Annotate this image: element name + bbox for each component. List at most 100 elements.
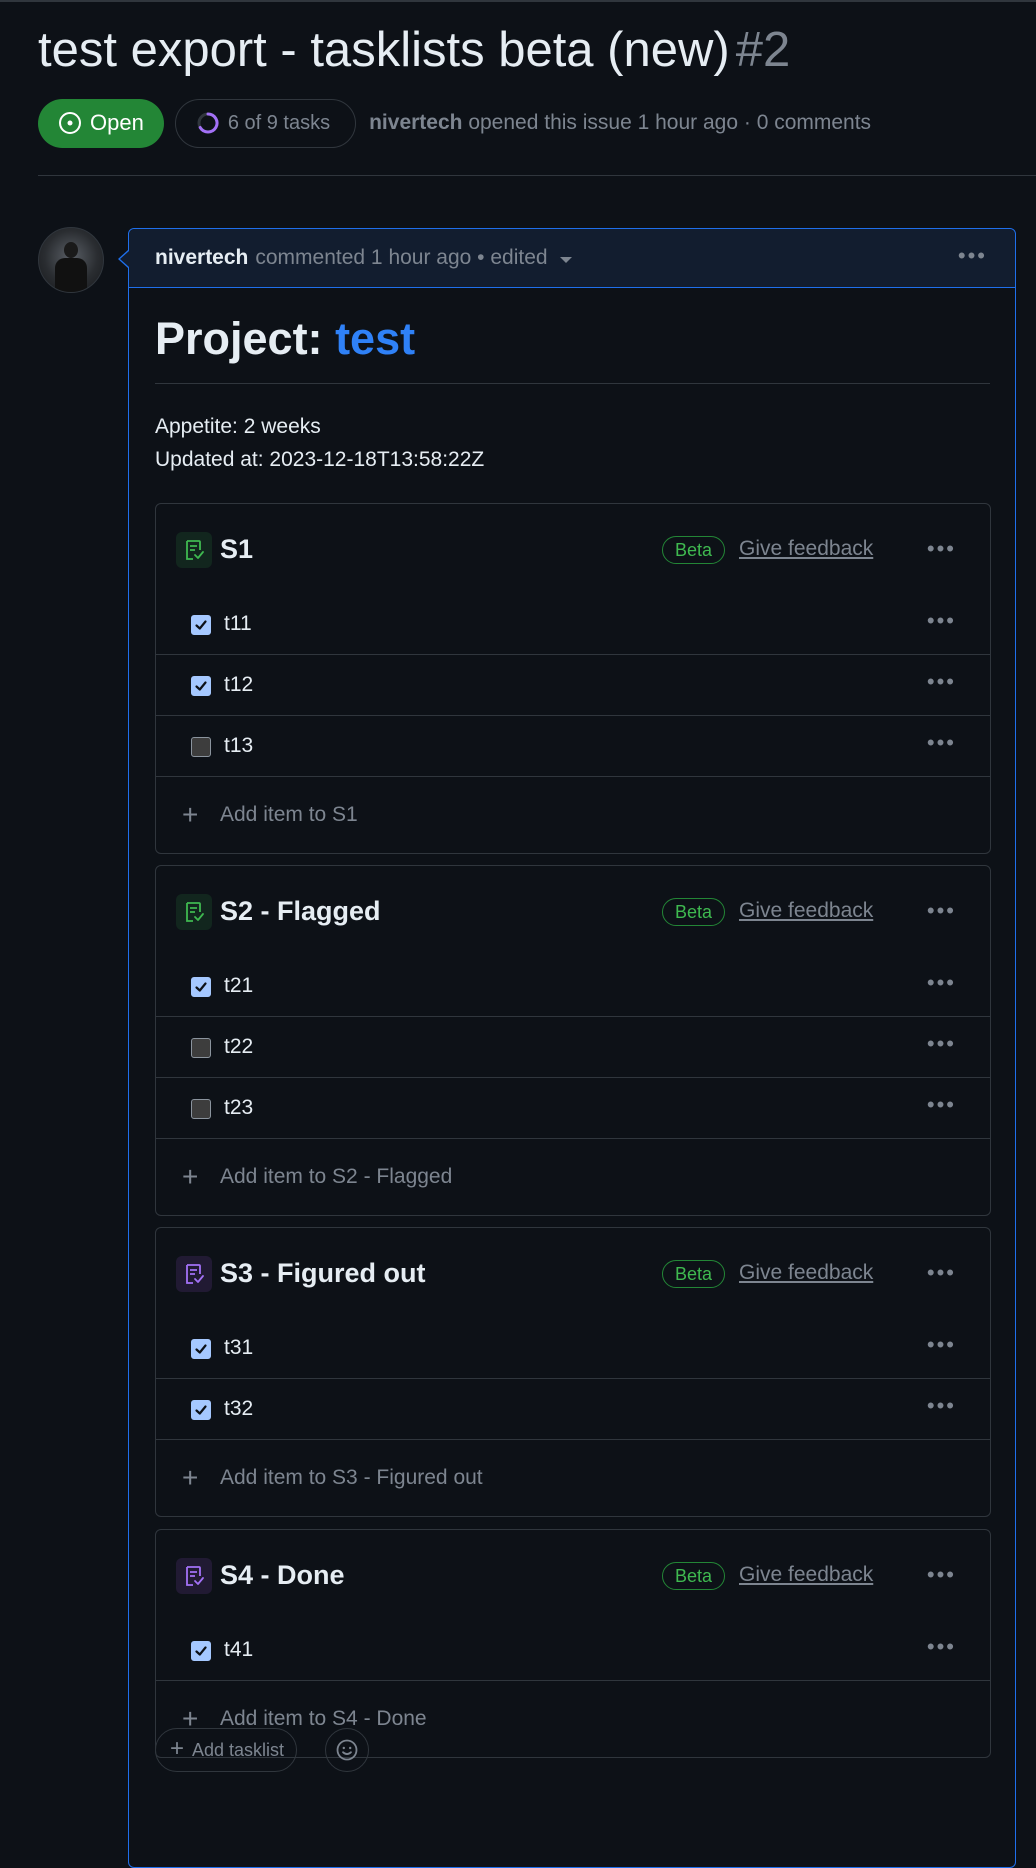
tasks-progress-badge[interactable]: 6 of 9 tasks bbox=[174, 98, 357, 148]
tasklist-card: S1 Beta Give feedback ••• t11 ••• t12 ••• t13 •••… bbox=[155, 503, 991, 854]
comment-author[interactable]: nivertech bbox=[155, 246, 248, 270]
tasklist-title[interactable]: S3 - Figured out bbox=[220, 1258, 426, 1289]
kebab-menu-icon[interactable]: ••• bbox=[927, 1332, 956, 1358]
task-label[interactable]: t32 bbox=[224, 1397, 253, 1421]
beta-badge: Beta bbox=[662, 1562, 726, 1590]
tasklist-item: t23 ••• bbox=[156, 1078, 990, 1139]
tasks-progress-label: 6 of 9 tasks bbox=[227, 111, 331, 134]
progress-ring-icon bbox=[197, 112, 219, 134]
issue-opened-meta: nivertech opened this issue 1 hour ago ·… bbox=[369, 111, 871, 135]
kebab-menu-icon[interactable]: ••• bbox=[927, 608, 956, 634]
task-checkbox[interactable] bbox=[191, 1038, 211, 1058]
appetite-text: Appetite: 2 weeks bbox=[155, 415, 321, 438]
kebab-menu-icon[interactable]: ••• bbox=[927, 1092, 956, 1118]
task-label[interactable]: t12 bbox=[224, 673, 253, 697]
smiley-icon bbox=[336, 1739, 358, 1761]
tasklist-item: t13 ••• bbox=[156, 716, 990, 777]
task-label[interactable]: t13 bbox=[224, 734, 253, 758]
issue-state-label: Open bbox=[90, 110, 144, 135]
task-label[interactable]: t21 bbox=[224, 974, 253, 998]
tasklist-icon bbox=[186, 1566, 204, 1586]
project-heading: Project: test bbox=[155, 313, 415, 365]
tasklist-icon-wrap bbox=[176, 1558, 212, 1594]
tasklist-item: t21 ••• bbox=[156, 956, 990, 1017]
header-divider bbox=[38, 175, 1036, 176]
tasklist-header: S1 Beta Give feedback ••• bbox=[156, 504, 990, 594]
task-checkbox[interactable] bbox=[191, 737, 211, 757]
project-heading-prefix: Project: bbox=[155, 313, 323, 364]
tasklist-item: t31 ••• bbox=[156, 1318, 990, 1379]
kebab-menu-icon[interactable]: ••• bbox=[927, 536, 956, 562]
issue-state-badge: Open bbox=[38, 98, 164, 148]
project-link[interactable]: test bbox=[335, 313, 415, 364]
comment-meta: commented 1 hour ago • edited bbox=[255, 246, 548, 269]
tasklist-item: t22 ••• bbox=[156, 1017, 990, 1078]
plus-icon: + bbox=[170, 1735, 185, 1762]
task-label[interactable]: t23 bbox=[224, 1096, 253, 1120]
add-item-row[interactable]: + Add item to S3 - Figured out bbox=[156, 1440, 990, 1516]
kebab-menu-icon[interactable]: ••• bbox=[927, 730, 956, 756]
issue-comment: nivertech commented 1 hour ago • edited … bbox=[128, 228, 1016, 1868]
tasklist-item: t11 ••• bbox=[156, 594, 990, 655]
add-item-label: Add item to S2 - Flagged bbox=[220, 1165, 453, 1188]
tasklist-header: S4 - Done Beta Give feedback ••• bbox=[156, 1530, 990, 1620]
task-label[interactable]: t41 bbox=[224, 1638, 253, 1662]
task-label[interactable]: t22 bbox=[224, 1035, 253, 1059]
tasklist-card: S2 - Flagged Beta Give feedback ••• t21 ••• t2… bbox=[155, 865, 991, 1216]
kebab-menu-icon[interactable]: ••• bbox=[927, 1393, 956, 1419]
issue-number: #2 bbox=[735, 23, 791, 77]
issue-meta-row: Open 6 of 9 tasks nivertech opened this … bbox=[38, 98, 871, 148]
caret-down-icon[interactable] bbox=[559, 257, 572, 263]
task-checkbox[interactable] bbox=[191, 1400, 211, 1420]
tasklist-title[interactable]: S1 bbox=[220, 534, 253, 565]
give-feedback-link[interactable]: Give feedback bbox=[739, 899, 873, 923]
issue-title: test export - tasklists beta (new) #2 bbox=[38, 22, 790, 78]
add-item-row[interactable]: + Add item to S1 bbox=[156, 777, 990, 853]
give-feedback-link[interactable]: Give feedback bbox=[739, 1563, 873, 1587]
task-checkbox[interactable] bbox=[191, 1339, 211, 1359]
kebab-menu-icon[interactable]: ••• bbox=[927, 898, 956, 924]
tasklist-item: t41 ••• bbox=[156, 1620, 990, 1681]
tasklist-header: S3 - Figured out Beta Give feedback ••• bbox=[156, 1228, 990, 1318]
add-tasklist-button[interactable]: + Add tasklist bbox=[155, 1728, 298, 1772]
kebab-menu-icon[interactable]: ••• bbox=[927, 970, 956, 996]
tasklist-icon-wrap bbox=[176, 532, 212, 568]
kebab-menu-icon[interactable]: ••• bbox=[927, 1562, 956, 1588]
tasklist-card: S4 - Done Beta Give feedback ••• t41 ••• + Add … bbox=[155, 1529, 991, 1758]
add-reaction-button[interactable] bbox=[325, 1728, 369, 1772]
tasklist-title[interactable]: S4 - Done bbox=[220, 1560, 345, 1591]
tasklist-icon bbox=[186, 540, 204, 560]
kebab-menu-icon[interactable]: ••• bbox=[927, 1260, 956, 1286]
plus-icon: + bbox=[182, 799, 199, 830]
kebab-menu-icon[interactable]: ••• bbox=[927, 1031, 956, 1057]
tasklist-icon bbox=[186, 1264, 204, 1284]
task-checkbox[interactable] bbox=[191, 676, 211, 696]
add-item-label: Add item to S3 - Figured out bbox=[220, 1466, 483, 1489]
tasklist-item: t32 ••• bbox=[156, 1379, 990, 1440]
add-item-row[interactable]: + Add item to S2 - Flagged bbox=[156, 1139, 990, 1215]
give-feedback-link[interactable]: Give feedback bbox=[739, 537, 873, 561]
beta-badge: Beta bbox=[662, 898, 726, 926]
task-checkbox[interactable] bbox=[191, 615, 211, 635]
issue-author-link[interactable]: nivertech bbox=[369, 111, 462, 134]
add-tasklist-label: Add tasklist bbox=[192, 1739, 285, 1760]
tasklist-icon-wrap bbox=[176, 1256, 212, 1292]
kebab-menu-icon[interactable]: ••• bbox=[927, 669, 956, 695]
avatar[interactable] bbox=[38, 227, 104, 293]
task-checkbox[interactable] bbox=[191, 1641, 211, 1661]
tasklist-title[interactable]: S2 - Flagged bbox=[220, 896, 381, 927]
task-checkbox[interactable] bbox=[191, 1099, 211, 1119]
top-border bbox=[0, 0, 1036, 2]
plus-icon: + bbox=[182, 1161, 199, 1192]
task-label[interactable]: t31 bbox=[224, 1336, 253, 1360]
kebab-menu-icon[interactable]: ••• bbox=[927, 1634, 956, 1660]
kebab-menu-icon[interactable]: ••• bbox=[958, 243, 987, 269]
tasklist-card: S3 - Figured out Beta Give feedback ••• t31 •… bbox=[155, 1227, 991, 1517]
task-checkbox[interactable] bbox=[191, 977, 211, 997]
task-label[interactable]: t11 bbox=[224, 612, 252, 636]
give-feedback-link[interactable]: Give feedback bbox=[739, 1261, 873, 1285]
tasklist-header: S2 - Flagged Beta Give feedback ••• bbox=[156, 866, 990, 956]
heading-rule bbox=[155, 383, 990, 384]
plus-icon: + bbox=[182, 1462, 199, 1493]
issue-title-text: test export - tasklists beta (new) bbox=[38, 23, 730, 77]
